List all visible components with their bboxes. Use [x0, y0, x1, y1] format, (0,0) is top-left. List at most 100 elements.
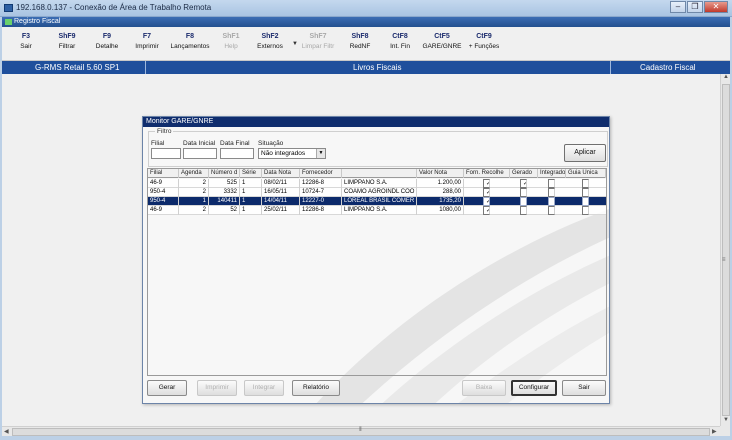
scroll-left-icon[interactable]: ◀ — [4, 428, 9, 435]
gerar-button[interactable]: Gerar — [147, 380, 187, 396]
function-toolbar: F3 Sair ShF9 Filtrar F9 Detalhe F7 Imprimir … — [2, 27, 730, 61]
table-row[interactable]: 950-4 2 3332 1 16/05/11 10724-7 COAMO AGROINDL… — [148, 188, 606, 197]
col-data-nota[interactable]: Data Nota — [262, 169, 300, 178]
configurar-button[interactable]: Configurar — [511, 380, 557, 396]
cell-serie: 1 — [240, 179, 262, 188]
toolbar-button-rednf[interactable]: ShF8 RedNF — [340, 33, 380, 50]
cell-numero: 3332 — [209, 188, 240, 197]
checkbox-recolhe[interactable]: ✓ — [483, 197, 490, 206]
cell-agenda: 2 — [179, 206, 209, 215]
scroll-thumb[interactable] — [722, 84, 730, 416]
checkbox-guia[interactable] — [582, 188, 589, 197]
toolbar-label: RedNF — [349, 43, 371, 50]
toolbar-button-limpar-filtro[interactable]: ShF7 Limpar Filtr — [298, 33, 338, 50]
restore-icon[interactable]: ❐ — [687, 1, 703, 13]
checkbox-gerado[interactable] — [520, 197, 527, 206]
toolbar-label: Lançamentos — [170, 43, 210, 50]
checkbox-integrado[interactable] — [548, 197, 555, 206]
toolbar-label: Detalhe — [95, 43, 119, 50]
horizontal-scrollbar[interactable]: ◀ ⦀ ▶ — [2, 426, 720, 436]
cell-filial: 46-9 — [148, 179, 179, 188]
table-row[interactable]: 46-9 2 525 1 08/02/11 12286-8 LIMPPANO S.A. 1.2… — [148, 179, 606, 188]
checkbox-guia[interactable] — [582, 206, 589, 215]
checkbox-integrado[interactable] — [548, 188, 555, 197]
scroll-right-icon[interactable]: ▶ — [712, 428, 717, 435]
vertical-scrollbar[interactable]: ▲ ≡ ▼ — [720, 74, 730, 426]
cell-forn-cod: 12227-0 — [300, 197, 342, 206]
col-fornecedor[interactable]: Fornecedor — [300, 169, 342, 178]
cell-forn-cod: 10724-7 — [300, 188, 342, 197]
table-header: Filial Agenda Número d Série Data Nota F… — [148, 169, 606, 178]
col-forn-recolhe[interactable]: Forn. Recolhe — [464, 169, 510, 178]
checkbox-gerado[interactable] — [520, 206, 527, 215]
col-valor-nota[interactable]: Valor Nota — [417, 169, 464, 178]
toolbar-key: CtF9 — [476, 33, 492, 40]
checkbox-guia[interactable] — [582, 197, 589, 206]
col-filial[interactable]: Filial — [148, 169, 179, 178]
filial-label: Filial — [151, 140, 165, 147]
col-numero[interactable]: Número d — [209, 169, 240, 178]
cell-data: 08/02/11 — [262, 179, 300, 188]
col-agenda[interactable]: Agenda — [179, 169, 209, 178]
cell-numero: 140411 — [209, 197, 240, 206]
minimize-icon[interactable]: – — [670, 1, 686, 13]
table-row[interactable]: 950-4 1 140411 1 14/04/11 12227-0 LOREAL BRASI… — [148, 197, 606, 206]
checkbox-recolhe[interactable]: ✓ — [483, 179, 490, 188]
chevron-down-icon[interactable]: ▼ — [316, 149, 325, 158]
cell-forn-cod: 12286-8 — [300, 179, 342, 188]
sair-button[interactable]: Sair — [562, 380, 606, 396]
checkbox-guia[interactable] — [582, 179, 589, 188]
col-gerado[interactable]: Gerado — [510, 169, 538, 178]
cell-data: 16/05/11 — [262, 188, 300, 197]
integrar-button[interactable]: Integrar — [244, 380, 284, 396]
checkbox-recolhe[interactable]: ✓ — [483, 188, 490, 197]
toolbar-button-externos[interactable]: ShF2 Externos — [250, 33, 290, 50]
toolbar-button-imprimir[interactable]: F7 Imprimir — [127, 33, 167, 50]
col-serie[interactable]: Série — [240, 169, 262, 178]
checkbox-integrado[interactable] — [548, 206, 555, 215]
checkbox-gerado[interactable] — [520, 188, 527, 197]
cell-agenda: 2 — [179, 188, 209, 197]
cell-forn-nome: COAMO AGROINDL COO — [342, 188, 417, 197]
checkbox-recolhe[interactable]: ✓ — [483, 206, 490, 215]
col-fornecedor-nome[interactable] — [342, 169, 417, 178]
toolbar-button-detalhe[interactable]: F9 Detalhe — [87, 33, 127, 50]
scroll-up-icon[interactable]: ▲ — [722, 74, 730, 83]
close-icon[interactable]: ✕ — [704, 1, 728, 13]
toolbar-button-lancamentos[interactable]: F8 Lançamentos — [168, 33, 212, 50]
cell-forn-nome: LOREAL BRASIL COMER — [342, 197, 417, 206]
remote-desktop-icon — [4, 4, 13, 12]
imprimir-button[interactable]: Imprimir — [197, 380, 237, 396]
toolbar-label: GARE/GNRE — [422, 43, 462, 50]
app-title: Registro Fiscal — [14, 18, 61, 25]
data-final-input[interactable] — [220, 148, 254, 159]
scroll-corner — [720, 426, 730, 436]
toolbar-key: ShF7 — [309, 33, 327, 40]
toolbar-key: F3 — [21, 33, 31, 40]
toolbar-button-mais-funcoes[interactable]: CtF9 + Funções — [462, 33, 506, 50]
aplicar-button[interactable]: Aplicar — [564, 144, 606, 162]
checkbox-gerado[interactable]: ✓ — [520, 179, 527, 188]
filial-input[interactable] — [151, 148, 181, 159]
table-row[interactable]: 46-9 2 52 1 25/02/11 12286-8 LIMPPANO S.A. 1080… — [148, 206, 606, 215]
toolbar-button-gare-gnre[interactable]: CtF5 GARE/GNRE — [420, 33, 464, 50]
col-integrado[interactable]: Integrado — [538, 169, 566, 178]
data-inicial-input[interactable] — [183, 148, 217, 159]
cell-forn-nome: LIMPPANO S.A. — [342, 206, 417, 215]
scroll-down-icon[interactable]: ▼ — [722, 417, 730, 426]
toolbar-button-filtrar[interactable]: ShF9 Filtrar — [47, 33, 87, 50]
cell-serie: 1 — [240, 188, 262, 197]
toolbar-key: ShF8 — [351, 33, 369, 40]
divider — [610, 61, 611, 74]
toolbar-button-int-fin[interactable]: CtF8 Int. Fin — [380, 33, 420, 50]
toolbar-key: CtF8 — [392, 33, 408, 40]
baixa-button[interactable]: Baixa — [462, 380, 506, 396]
relatorio-button[interactable]: Relatório — [292, 380, 340, 396]
toolbar-button-sair[interactable]: F3 Sair — [6, 33, 46, 50]
window-controls: – ❐ ✕ — [670, 1, 728, 13]
checkbox-integrado[interactable] — [548, 179, 555, 188]
col-guia-unica[interactable]: Guia Única — [566, 169, 606, 178]
situacao-select[interactable]: Não integrados ▼ — [258, 148, 326, 159]
toolbar-key: F8 — [185, 33, 195, 40]
toolbar-button-help[interactable]: ShF1 Help — [211, 33, 251, 50]
